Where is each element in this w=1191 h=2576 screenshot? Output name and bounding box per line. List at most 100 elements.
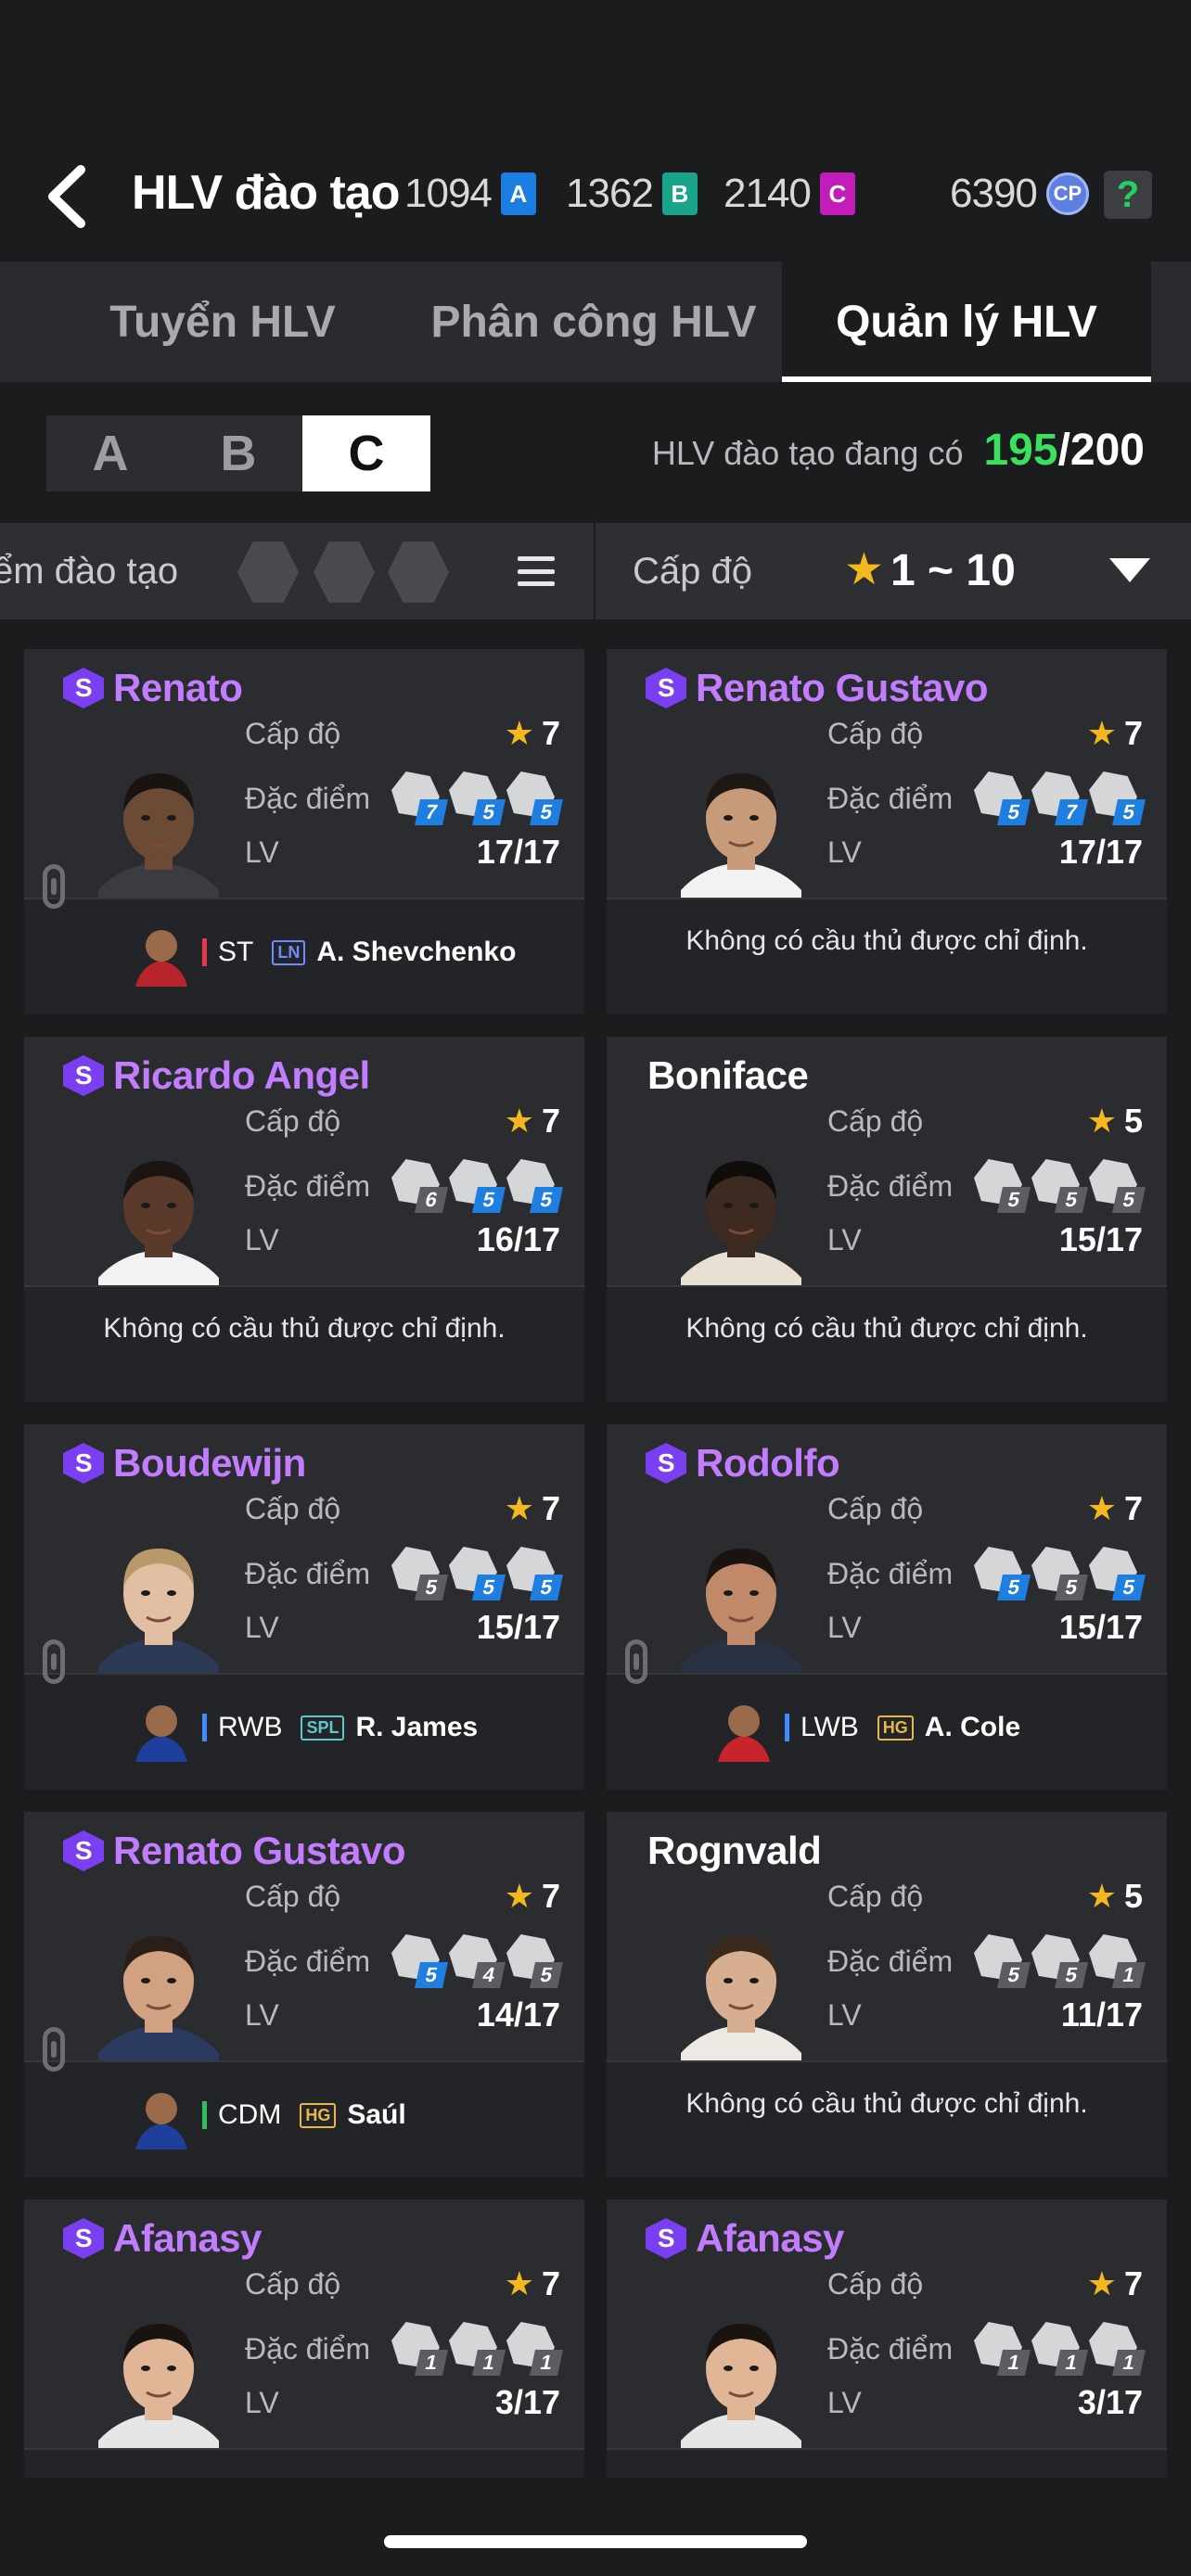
assigned-player-row[interactable]: Không có cầu thủ được chỉ định.: [607, 898, 1167, 1014]
lv-row: LV 14/17: [245, 1996, 560, 2034]
trait-icon[interactable]: 5: [449, 1159, 506, 1213]
trait-icon[interactable]: 1: [506, 2322, 563, 2376]
coach-card[interactable]: Boniface Cấp độ ★ 5 Đặc điểm 555 LV 15/1…: [607, 1037, 1167, 1402]
coach-name: S Renato: [63, 666, 243, 710]
coach-card[interactable]: S Ricardo Angel Cấp độ ★ 7 Đặc điểm 655 LV: [24, 1037, 584, 1402]
coach-card-c-icon: C: [819, 172, 855, 215]
hexagon-slot-icon[interactable]: [237, 542, 299, 603]
level-row: Cấp độ ★ 7: [245, 714, 560, 753]
trait-icon[interactable]: 1: [391, 2322, 448, 2376]
level-row: Cấp độ ★ 7: [245, 1102, 560, 1141]
coach-card[interactable]: S Rodolfo Cấp độ ★ 7 Đặc điểm 555 LV 15/…: [607, 1424, 1167, 1790]
trait-icon[interactable]: 5: [1089, 1159, 1146, 1213]
level-row: Cấp độ ★ 7: [827, 1489, 1143, 1528]
assigned-player-row[interactable]: Không có cầu thủ được chỉ định.: [607, 1285, 1167, 1402]
trait-icon[interactable]: 1: [1089, 2322, 1146, 2376]
trait-icon[interactable]: 5: [449, 1547, 506, 1600]
trait-level: 1: [415, 2350, 448, 2376]
level-row: Cấp độ ★ 7: [245, 1877, 560, 1916]
lv-label: LV: [245, 2385, 279, 2419]
trait-icon[interactable]: 5: [974, 1547, 1031, 1600]
assigned-player-row[interactable]: ST LN A. Shevchenko: [24, 898, 584, 1014]
lv-label: LV: [827, 1997, 862, 2032]
trait-level: 5: [1055, 1187, 1088, 1213]
group-b-button[interactable]: B: [174, 415, 302, 491]
traits-row: Đặc điểm 555: [827, 1159, 1146, 1213]
currency-a-value: 1094: [404, 171, 493, 216]
assigned-player-row[interactable]: RWB SPL R. James: [24, 1673, 584, 1790]
home-indicator[interactable]: [384, 2535, 807, 2548]
trait-icon[interactable]: 5: [974, 1159, 1031, 1213]
level-filter-dropdown[interactable]: Cấp độ ★ 1 ~ 10: [596, 523, 1191, 619]
hexagon-slot-icon[interactable]: [314, 542, 375, 603]
trait-icon[interactable]: 4: [449, 1934, 506, 1988]
trait-icon[interactable]: 5: [449, 772, 506, 825]
level-value: 7: [541, 1102, 560, 1140]
star-icon: ★: [1086, 1102, 1117, 1140]
coach-portrait: [681, 773, 801, 907]
trait-icon[interactable]: 1: [1089, 1934, 1146, 1988]
traits-label: Đặc điểm: [827, 781, 954, 815]
trait-icon[interactable]: 5: [506, 1934, 563, 1988]
menu-icon[interactable]: [518, 553, 555, 590]
trait-icon[interactable]: 1: [449, 2322, 506, 2376]
trait-icon[interactable]: 5: [391, 1934, 448, 1988]
currency-cp: 6390 CP: [950, 171, 1089, 217]
trait-icon[interactable]: 5: [1031, 1934, 1088, 1988]
star-icon: ★: [844, 545, 885, 594]
coach-card[interactable]: S Boudewijn Cấp độ ★ 7 Đặc điểm 555 LV 1…: [24, 1424, 584, 1790]
trait-icon[interactable]: 6: [391, 1159, 448, 1213]
trait-icon[interactable]: 5: [506, 1159, 563, 1213]
trait-icon[interactable]: 5: [974, 772, 1031, 825]
level-filter-label: Cấp độ: [633, 551, 752, 592]
lv-row: LV 3/17: [827, 2383, 1143, 2422]
lv-value: 3/17: [494, 2383, 560, 2421]
trait-icon[interactable]: 5: [506, 772, 563, 825]
player-name: Saúl: [347, 2099, 406, 2130]
coach-card[interactable]: S Renato Gustavo Cấp độ ★ 7 Đặc điểm 545 L…: [24, 1812, 584, 2177]
assigned-player-row[interactable]: CDM HG Saúl: [24, 2060, 584, 2177]
traits-label: Đặc điểm: [827, 1168, 954, 1203]
coach-name: S Rodolfo: [646, 1441, 840, 1486]
trait-level: 5: [530, 799, 563, 825]
trait-icon[interactable]: 7: [391, 772, 448, 825]
tab-assign-coach[interactable]: Phân công HLV: [408, 261, 779, 382]
season-badge: SPL: [301, 1715, 345, 1741]
trait-icons: 555: [974, 1159, 1146, 1213]
coach-card[interactable]: Rognvald Cấp độ ★ 5 Đặc điểm 551 LV 11/1…: [607, 1812, 1167, 2177]
assigned-player-row[interactable]: Không có cầu thủ được chỉ định.: [24, 1285, 584, 1402]
trait-icon[interactable]: 7: [1031, 772, 1088, 825]
level-row: Cấp độ ★ 7: [827, 2264, 1143, 2303]
trait-icon[interactable]: 1: [1031, 2322, 1088, 2376]
trait-icon[interactable]: 5: [974, 1934, 1031, 1988]
traits-label: Đặc điểm: [245, 1944, 371, 1978]
trait-icon[interactable]: 5: [506, 1547, 563, 1600]
coach-name: S Ricardo Angel: [63, 1053, 370, 1098]
trait-icon[interactable]: 1: [974, 2322, 1031, 2376]
hexagon-slot-icon[interactable]: [388, 542, 449, 603]
trait-icon[interactable]: 5: [391, 1547, 448, 1600]
lv-value: 16/17: [476, 1220, 560, 1258]
trait-icon[interactable]: 5: [1031, 1547, 1088, 1600]
coach-card[interactable]: S Renato Gustavo Cấp độ ★ 7 Đặc điểm 575 L…: [607, 649, 1167, 1014]
trait-level: 7: [415, 799, 448, 825]
assigned-player-row[interactable]: Không có cầu thủ được chỉ định.: [607, 2060, 1167, 2177]
assigned-player-row[interactable]: LWB HG A. Cole: [607, 1673, 1167, 1790]
coach-portrait: [681, 2324, 801, 2457]
training-point-filter[interactable]: ểm đào tạo: [0, 523, 594, 619]
coach-card[interactable]: S Renato Cấp độ ★ 7 Đặc điểm 755 LV 17/1…: [24, 649, 584, 1014]
trait-icon[interactable]: 5: [1089, 1547, 1146, 1600]
trait-icon[interactable]: 5: [1031, 1159, 1088, 1213]
help-button[interactable]: ?: [1104, 171, 1152, 219]
group-a-button[interactable]: A: [46, 415, 174, 491]
special-rank-icon: S: [63, 1443, 104, 1484]
group-c-button[interactable]: C: [302, 415, 430, 491]
tab-recruit-coach[interactable]: Tuyển HLV: [37, 261, 408, 382]
filter-bar: ểm đào tạo Cấp độ ★ 1 ~ 10: [0, 523, 1191, 619]
level-label: Cấp độ: [827, 1491, 924, 1525]
coach-name-text: Ricardo Angel: [113, 1053, 370, 1097]
back-button[interactable]: [33, 159, 98, 234]
tab-manage-coach[interactable]: Quản lý HLV: [782, 261, 1151, 382]
star-icon: ★: [504, 1102, 534, 1140]
trait-icon[interactable]: 5: [1089, 772, 1146, 825]
